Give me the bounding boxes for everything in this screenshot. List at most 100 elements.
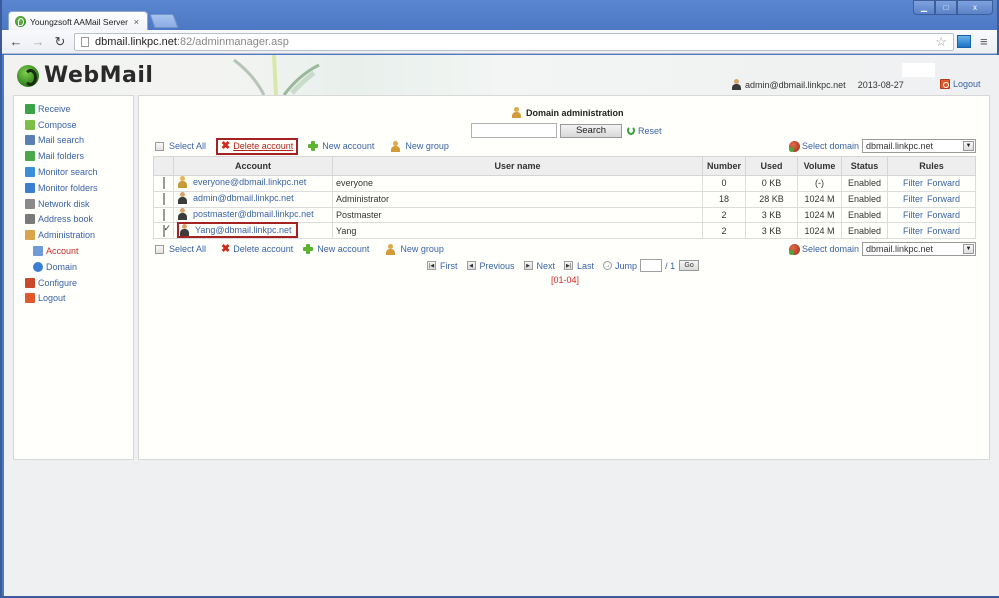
- row-checkbox[interactable]: [162, 193, 165, 206]
- dropdown-arrow-icon[interactable]: ▼: [963, 141, 974, 151]
- number-cell: 0: [702, 175, 746, 192]
- number-cell: 2: [702, 206, 746, 224]
- previous-page-button[interactable]: ◀ Previous: [466, 260, 515, 271]
- forward-arrow-icon[interactable]: →: [30, 34, 46, 50]
- tab-title: Youngzsoft AAMail Server: [30, 16, 128, 27]
- volume-cell: 1024 M: [797, 222, 842, 240]
- row-checkbox[interactable]: [162, 224, 165, 237]
- first-page-button[interactable]: |◀ First: [427, 261, 458, 271]
- new-account-label: New account: [322, 141, 375, 151]
- account-link[interactable]: everyone@dbmail.linkpc.net: [177, 176, 306, 189]
- address-bar[interactable]: dbmail.linkpc.net :82/adminmanager.asp ☆: [74, 33, 954, 51]
- page-total: / 1: [665, 260, 676, 271]
- sidebar-item-label: Logout: [38, 293, 66, 304]
- sidebar-item-compose[interactable]: Compose: [14, 117, 133, 133]
- select-all-checkbox[interactable]: [155, 141, 164, 151]
- close-window-button[interactable]: x: [957, 0, 993, 15]
- sidebar-item-account[interactable]: Account: [14, 243, 133, 259]
- domain-icon: [788, 140, 800, 152]
- delete-account-button-bottom[interactable]: ✖ Delete account: [221, 242, 293, 255]
- sidebar-item-administration[interactable]: Administration: [14, 227, 133, 243]
- reset-link[interactable]: Reset: [627, 126, 662, 136]
- account-link[interactable]: postmaster@dbmail.linkpc.net: [177, 207, 314, 220]
- filter-link[interactable]: Filter: [903, 210, 923, 220]
- row-checkbox[interactable]: [162, 177, 165, 190]
- table-row[interactable]: admin@dbmail.linkpc.net Administrator 18 28…: [153, 190, 976, 208]
- col-header-number[interactable]: Number: [702, 156, 746, 176]
- header-logout-link[interactable]: Logout: [940, 79, 981, 89]
- jump-page-input[interactable]: [640, 259, 663, 272]
- extension-icon[interactable]: [957, 35, 971, 48]
- next-page-button[interactable]: ▶ Next: [523, 261, 555, 271]
- col-header-volume[interactable]: Volume: [797, 156, 842, 176]
- account-link[interactable]: Yang@dbmail.linkpc.net: [179, 223, 292, 236]
- go-button[interactable]: Go: [679, 260, 700, 271]
- sidebar-item-mail-search[interactable]: Mail search: [14, 133, 133, 149]
- maximize-button[interactable]: □: [935, 0, 957, 15]
- new-group-button-bottom[interactable]: New group: [385, 243, 444, 255]
- account-link[interactable]: admin@dbmail.linkpc.net: [177, 192, 294, 205]
- bookmark-star-icon[interactable]: ☆: [935, 34, 947, 50]
- forward-link[interactable]: Forward: [927, 194, 960, 204]
- forward-link[interactable]: Forward: [927, 210, 960, 220]
- sidebar-item-domain[interactable]: Domain: [14, 259, 133, 275]
- sidebar-item-label: Monitor search: [38, 167, 98, 178]
- select-all-top[interactable]: Select All: [155, 141, 206, 151]
- col-header-status[interactable]: Status: [841, 156, 888, 176]
- table-row[interactable]: everyone@dbmail.linkpc.net everyone 0 0 KB(…: [153, 175, 976, 192]
- table-row[interactable]: Yang@dbmail.linkpc.net Yang23 KB1024 MEna…: [153, 221, 976, 240]
- forward-link[interactable]: Forward: [927, 226, 960, 236]
- col-header-username[interactable]: User name: [332, 156, 703, 176]
- sidebar-item-mail-folders[interactable]: Mail folders: [14, 148, 133, 164]
- new-group-button[interactable]: New group: [390, 140, 449, 152]
- row-select-cell: [153, 206, 174, 224]
- select-all-checkbox-bottom[interactable]: [155, 244, 164, 254]
- volume-cell: 1024 M: [797, 206, 842, 224]
- reload-icon[interactable]: ↻: [52, 34, 68, 50]
- domain-select-bottom[interactable]: dbmail.linkpc.net ▼: [862, 242, 976, 256]
- new-account-button-bottom[interactable]: New account: [303, 244, 369, 254]
- used-cell: 0 KB: [745, 175, 798, 192]
- page-title-text: Domain administration: [526, 107, 624, 118]
- tab-close-icon[interactable]: ×: [134, 17, 139, 27]
- filter-link[interactable]: Filter: [903, 194, 923, 204]
- domain-select[interactable]: dbmail.linkpc.net ▼: [862, 139, 976, 153]
- col-header-select: [153, 156, 174, 176]
- table-row[interactable]: postmaster@dbmail.linkpc.net Postmaster 2 3…: [153, 206, 976, 224]
- search-input[interactable]: [471, 123, 557, 138]
- sidebar-item-label: Receive: [38, 103, 71, 114]
- delete-account-button[interactable]: ✖ Delete account: [216, 137, 299, 155]
- forward-link[interactable]: Forward: [927, 178, 960, 188]
- new-tab-button[interactable]: [149, 14, 179, 28]
- new-account-button[interactable]: New account: [308, 141, 374, 151]
- sidebar-item-receive[interactable]: Receive: [14, 101, 133, 117]
- browser-tab[interactable]: Youngzsoft AAMail Server ×: [8, 11, 148, 31]
- search-button[interactable]: Search: [560, 123, 622, 138]
- sidebar-item-label: Account: [46, 246, 79, 257]
- sidebar-item-network-disk[interactable]: Network disk: [14, 196, 133, 212]
- sidebar-item-monitor-folders[interactable]: Monitor folders: [14, 180, 133, 196]
- previous-label: Previous: [479, 260, 515, 271]
- sidebar-item-label: Configure: [38, 277, 78, 288]
- row-checkbox[interactable]: [162, 208, 165, 221]
- sidebar-item-address-book[interactable]: Address book: [14, 212, 133, 228]
- user-info: admin@dbmail.linkpc.net 2013-08-27: [731, 79, 904, 90]
- select-all-bottom[interactable]: Select All: [155, 244, 206, 254]
- col-header-account[interactable]: Account: [173, 156, 333, 176]
- filter-link[interactable]: Filter: [903, 226, 923, 236]
- delete-x-icon: ✖: [221, 242, 231, 255]
- col-header-used[interactable]: Used: [745, 156, 798, 176]
- sidebar-item-logout[interactable]: Logout: [14, 291, 133, 307]
- dropdown-arrow-icon[interactable]: ▼: [963, 244, 974, 254]
- group-icon: [390, 140, 401, 152]
- menu-icon[interactable]: ≡: [980, 34, 988, 49]
- bottom-action-bar: Select All ✖ Delete account New account …: [155, 241, 454, 257]
- sidebar: Receive Compose Mail search Mail folders Mon…: [13, 95, 134, 460]
- filter-link[interactable]: Filter: [903, 178, 923, 188]
- sidebar-item-monitor-search[interactable]: Monitor search: [14, 164, 133, 180]
- new-group-label: New group: [405, 141, 449, 151]
- sidebar-item-configure[interactable]: Configure: [14, 275, 133, 291]
- last-page-button[interactable]: ▶| Last: [564, 261, 594, 271]
- minimize-button[interactable]: ▁: [913, 0, 935, 15]
- back-arrow-icon[interactable]: ←: [8, 34, 24, 50]
